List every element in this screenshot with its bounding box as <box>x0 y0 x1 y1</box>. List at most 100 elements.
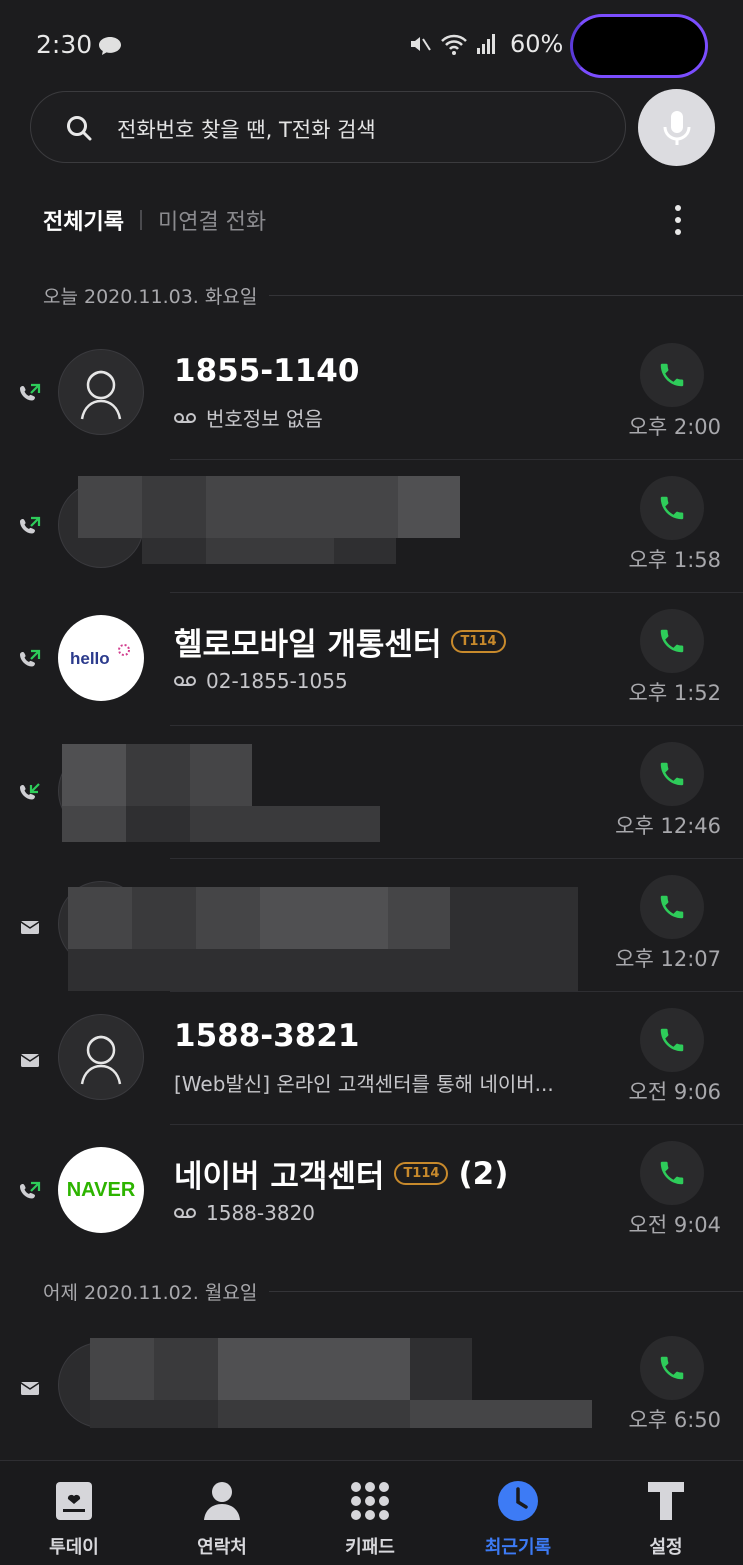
pixelated-redaction <box>334 538 396 564</box>
caller-subtitle: 1588-3820 <box>174 1201 315 1225</box>
call-button[interactable] <box>640 476 704 540</box>
incoming-call-icon <box>20 783 40 800</box>
pixelated-redaction <box>142 476 206 538</box>
call-log-row[interactable]: 오후 12:07 <box>0 859 743 992</box>
voicemail-icon <box>174 676 196 686</box>
pixelated-redaction <box>126 806 190 842</box>
call-count: (2) <box>458 1155 509 1192</box>
search-icon <box>67 116 92 141</box>
message-icon <box>20 1382 40 1395</box>
camera-cutout <box>570 14 708 78</box>
nav-label: 투데이 <box>49 1537 99 1558</box>
phone-icon <box>660 496 684 520</box>
caller-name: 1588-3821 <box>174 1018 360 1054</box>
pixelated-redaction <box>450 887 578 949</box>
call-time: 오후 6:50 <box>628 1408 721 1432</box>
nav-keypad[interactable]: 키패드 <box>296 1461 444 1565</box>
search-placeholder: 전화번호 찾을 땐, T전화 검색 <box>117 118 376 142</box>
pixelated-redaction <box>62 806 126 842</box>
call-log-row[interactable]: 오후 12:46 <box>0 726 743 859</box>
microphone-icon <box>663 110 690 145</box>
pixelated-redaction <box>190 806 252 842</box>
pixelated-redaction <box>68 949 578 991</box>
pixelated-redaction <box>410 1400 592 1428</box>
call-log-row[interactable]: 오후 1:58 <box>0 460 743 593</box>
status-bar: 2:30 60% <box>0 0 743 92</box>
outgoing-call-icon <box>20 516 41 534</box>
nav-contacts[interactable]: 연락처 <box>148 1461 296 1565</box>
caller-subtitle: [Web발신] 온라인 고객센터를 통해 네이버... <box>174 1072 554 1096</box>
contacts-icon <box>200 1479 244 1523</box>
header-divider <box>269 294 743 296</box>
hello-logo-icon: hello <box>70 644 130 668</box>
today-icon <box>52 1479 96 1523</box>
call-button[interactable] <box>640 1336 704 1400</box>
naver-logo-text: NAVER <box>66 1178 136 1201</box>
pixelated-redaction <box>196 887 260 949</box>
search-input[interactable]: 전화번호 찾을 땐, T전화 검색 <box>30 91 626 163</box>
call-log-row[interactable]: 1855-1140 번호정보 없음 오후 2:00 <box>0 327 743 460</box>
tab-all-calls[interactable]: 전체기록 <box>43 204 124 236</box>
call-time: 오후 1:52 <box>628 681 721 705</box>
more-options-icon[interactable] <box>664 200 692 240</box>
message-icon <box>20 1054 40 1067</box>
pixelated-redaction <box>190 744 252 806</box>
phone-icon <box>660 629 684 653</box>
header-divider <box>269 1290 743 1292</box>
pixelated-redaction <box>154 1338 218 1400</box>
call-log-row[interactable]: 1588-3821 [Web발신] 온라인 고객센터를 통해 네이버... 오전… <box>0 992 743 1125</box>
pixelated-redaction <box>398 476 460 538</box>
pixelated-redaction <box>90 1338 154 1400</box>
outgoing-call-icon <box>20 383 41 401</box>
phone-icon <box>660 1356 684 1380</box>
status-time: 2:30 <box>36 30 93 59</box>
wifi-icon <box>441 34 467 55</box>
pixelated-redaction <box>206 476 398 538</box>
pixelated-redaction <box>78 476 142 538</box>
pixelated-redaction <box>388 887 450 949</box>
call-time: 오후 12:07 <box>615 947 721 971</box>
call-button[interactable] <box>640 1141 704 1205</box>
nav-recents[interactable]: 최근기록 <box>444 1461 592 1565</box>
bottom-navigation: 투데이 연락처 키패드 최근기록 설정 <box>0 1460 743 1565</box>
caller-name: 1855-1140 <box>174 353 360 389</box>
nav-today[interactable]: 투데이 <box>0 1461 148 1565</box>
date-header-label: 어제 2020.11.02. 월요일 <box>43 1281 258 1304</box>
pixelated-redaction <box>218 1338 410 1400</box>
call-button[interactable] <box>640 1008 704 1072</box>
message-icon <box>20 921 40 934</box>
mute-icon <box>411 37 431 51</box>
call-log-row[interactable]: NAVER 네이버 고객센터 T114 (2) 1588-3820 오전 9:0… <box>0 1125 743 1258</box>
nav-settings[interactable]: 설정 <box>592 1461 740 1565</box>
voice-search-button[interactable] <box>638 89 715 166</box>
phone-icon <box>660 363 684 387</box>
pixelated-redaction <box>62 744 126 806</box>
tab-divider <box>139 210 142 230</box>
caller-name: 네이버 고객센터 T114 (2) <box>174 1155 509 1196</box>
phone-icon <box>660 1028 684 1052</box>
date-header-today: 오늘 2020.11.03. 화요일 <box>43 280 743 310</box>
call-button[interactable] <box>640 609 704 673</box>
date-header-label: 오늘 2020.11.03. 화요일 <box>43 285 258 308</box>
status-indicators: 60% <box>408 30 563 58</box>
call-time: 오후 2:00 <box>628 415 721 439</box>
pixelated-redaction <box>132 887 196 949</box>
default-avatar <box>58 1014 144 1100</box>
call-button[interactable] <box>640 343 704 407</box>
phone-icon <box>660 762 684 786</box>
pixelated-redaction <box>142 538 206 564</box>
call-log-row[interactable]: 오후 6:50 <box>0 1320 743 1453</box>
pixelated-redaction <box>410 1338 472 1400</box>
pixelated-redaction <box>260 887 388 949</box>
filter-tabs: 전체기록 미연결 전화 <box>43 204 266 236</box>
person-icon <box>80 370 122 420</box>
pixelated-redaction <box>68 887 132 949</box>
nav-label: 최근기록 <box>484 1537 552 1558</box>
call-button[interactable] <box>640 742 704 806</box>
tab-missed-calls[interactable]: 미연결 전화 <box>158 204 266 236</box>
call-button[interactable] <box>640 875 704 939</box>
call-log-row[interactable]: hello 헬로모바일 개통센터 T114 02-1855-1055 오후 1:… <box>0 593 743 726</box>
naver-logo: NAVER <box>58 1147 144 1233</box>
pixelated-redaction <box>218 1400 410 1428</box>
call-time: 오전 9:04 <box>628 1213 721 1237</box>
